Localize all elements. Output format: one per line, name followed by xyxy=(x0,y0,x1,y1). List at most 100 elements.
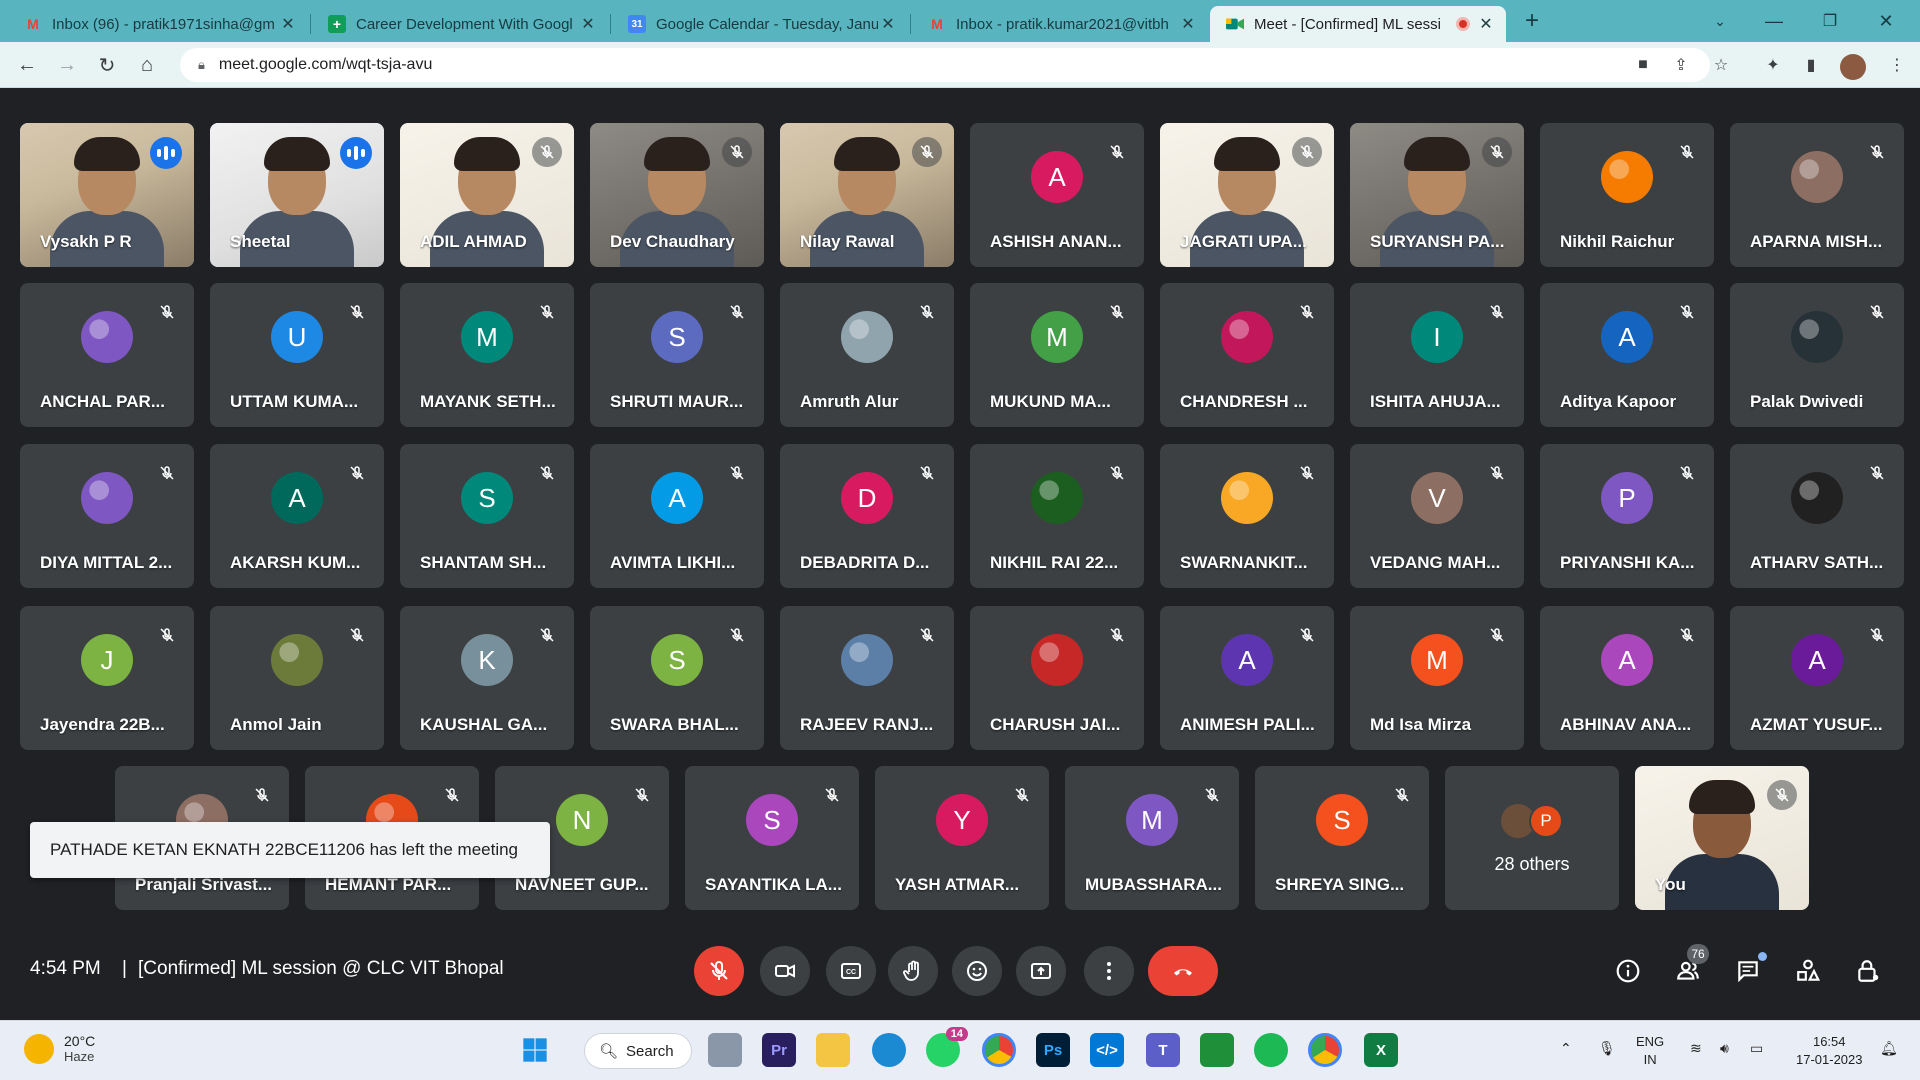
chat-button[interactable] xyxy=(1725,948,1771,994)
taskbar-search[interactable]: 🔍︎ Search xyxy=(584,1033,692,1069)
participant-tile[interactable]: S SAYANTIKA LA... xyxy=(685,766,859,910)
participant-tile[interactable]: Vysakh P R xyxy=(20,123,194,267)
reactions-button[interactable] xyxy=(952,946,1002,996)
meeting-details-button[interactable] xyxy=(1605,948,1651,994)
wifi-icon[interactable]: ≋ xyxy=(1690,1039,1702,1057)
self-view-tile[interactable]: You xyxy=(1635,766,1809,910)
close-icon[interactable]: ✕ xyxy=(278,14,298,34)
participant-tile[interactable]: ANCHAL PAR... xyxy=(20,283,194,427)
participant-tile[interactable]: M Md Isa Mirza xyxy=(1350,606,1524,750)
edge-browser-icon[interactable] xyxy=(872,1033,906,1067)
participant-tile[interactable]: K KAUSHAL GA... xyxy=(400,606,574,750)
language-indicator[interactable]: ENG IN xyxy=(1636,1033,1664,1069)
browser-menu-icon[interactable]: ⋮ xyxy=(1884,50,1910,80)
tab-gmail-inbox-2[interactable]: M Inbox - pratik.kumar2021@vitbh ✕ xyxy=(912,6,1208,42)
participant-tile[interactable]: DIYA MITTAL 2... xyxy=(20,444,194,588)
participant-tile[interactable]: M MAYANK SETH... xyxy=(400,283,574,427)
minimize-button[interactable]: — xyxy=(1754,6,1794,36)
microphone-tray-icon[interactable]: 🎙︎ xyxy=(1598,1039,1616,1057)
participant-tile[interactable]: S SHREYA SING... xyxy=(1255,766,1429,910)
vscode-icon[interactable]: </> xyxy=(1090,1033,1124,1067)
participant-tile[interactable]: Nilay Rawal xyxy=(780,123,954,267)
participant-tile[interactable]: RAJEEV RANJ... xyxy=(780,606,954,750)
raise-hand-button[interactable] xyxy=(888,946,938,996)
participant-tile[interactable]: P PRIYANSHI KA... xyxy=(1540,444,1714,588)
participant-tile[interactable]: A Aditya Kapoor xyxy=(1540,283,1714,427)
participant-tile[interactable]: D DEBADRITA D... xyxy=(780,444,954,588)
participant-tile[interactable]: U UTTAM KUMA... xyxy=(210,283,384,427)
participant-tile[interactable]: Anmol Jain xyxy=(210,606,384,750)
participant-tile[interactable]: A ANIMESH PALI... xyxy=(1160,606,1334,750)
battery-icon[interactable]: ▭ xyxy=(1750,1039,1763,1057)
participant-tile[interactable]: A ASHISH ANAN... xyxy=(970,123,1144,267)
participant-tile[interactable]: A AKARSH KUM... xyxy=(210,444,384,588)
present-screen-button[interactable] xyxy=(1016,946,1066,996)
participant-tile[interactable]: Dev Chaudhary xyxy=(590,123,764,267)
more-options-button[interactable] xyxy=(1084,946,1134,996)
tab-career-development[interactable]: + Career Development With Googl ✕ xyxy=(312,6,608,42)
others-tile[interactable]: P 28 others xyxy=(1445,766,1619,910)
participant-tile[interactable]: M MUBASSHARA... xyxy=(1065,766,1239,910)
close-icon[interactable]: ✕ xyxy=(878,14,898,34)
leave-call-button[interactable] xyxy=(1148,946,1218,996)
photoshop-icon[interactable]: Ps xyxy=(1036,1033,1070,1067)
participant-tile[interactable]: M MUKUND MA... xyxy=(970,283,1144,427)
microphone-toggle-button[interactable] xyxy=(694,946,744,996)
chrome-icon[interactable] xyxy=(982,1033,1016,1067)
participant-tile[interactable]: Amruth Alur xyxy=(780,283,954,427)
home-button[interactable]: ⌂ xyxy=(132,50,162,80)
maximize-button[interactable]: ❐ xyxy=(1810,6,1850,36)
participant-tile[interactable]: S SHRUTI MAUR... xyxy=(590,283,764,427)
reload-button[interactable]: ↻ xyxy=(92,50,122,80)
close-window-button[interactable]: ✕ xyxy=(1866,6,1906,36)
tab-gmail-inbox-1[interactable]: M Inbox (96) - pratik1971sinha@gm ✕ xyxy=(8,6,308,42)
extensions-icon[interactable]: ✦ xyxy=(1760,50,1786,80)
notifications-icon[interactable]: 🔔︎ xyxy=(1880,1039,1898,1057)
people-button[interactable]: 76 xyxy=(1665,944,1711,994)
close-icon[interactable]: ✕ xyxy=(1476,14,1496,34)
tab-google-meet[interactable]: Meet - [Confirmed] ML sessi ✕ xyxy=(1210,6,1506,42)
file-explorer-icon[interactable] xyxy=(816,1033,850,1067)
close-icon[interactable]: ✕ xyxy=(1178,14,1198,34)
participant-tile[interactable]: Nikhil Raichur xyxy=(1540,123,1714,267)
participant-tile[interactable]: SWARNANKIT... xyxy=(1160,444,1334,588)
system-clock[interactable]: 16:54 17-01-2023 xyxy=(1796,1033,1863,1069)
volume-icon[interactable]: 🔊︎ xyxy=(1720,1039,1729,1057)
participant-tile[interactable]: CHANDRESH ... xyxy=(1160,283,1334,427)
close-icon[interactable]: ✕ xyxy=(578,14,598,34)
feedback-hub-icon[interactable] xyxy=(1200,1033,1234,1067)
participant-tile[interactable]: JAGRATI UPA... xyxy=(1160,123,1334,267)
participant-tile[interactable]: J Jayendra 22B... xyxy=(20,606,194,750)
windows-start-icon[interactable] xyxy=(518,1033,552,1067)
participant-tile[interactable]: Sheetal xyxy=(210,123,384,267)
excel-icon[interactable]: X xyxy=(1364,1033,1398,1067)
profile-avatar[interactable] xyxy=(1840,54,1866,80)
tab-search-button[interactable]: ⌄ xyxy=(1700,6,1740,36)
forward-button[interactable]: → xyxy=(52,50,82,80)
participant-tile[interactable]: SURYANSH PA... xyxy=(1350,123,1524,267)
tab-google-calendar[interactable]: 31 Google Calendar - Tuesday, Janu ✕ xyxy=(612,6,908,42)
participant-tile[interactable]: A AZMAT YUSUF... xyxy=(1730,606,1904,750)
participant-tile[interactable]: A ABHINAV ANA... xyxy=(1540,606,1714,750)
participant-tile[interactable]: Y YASH ATMAR... xyxy=(875,766,1049,910)
teams-icon[interactable]: T xyxy=(1146,1033,1180,1067)
participant-tile[interactable]: S SWARA BHAL... xyxy=(590,606,764,750)
back-button[interactable]: ← xyxy=(12,50,42,80)
premiere-pro-icon[interactable]: Pr xyxy=(762,1033,796,1067)
participant-tile[interactable]: CHARUSH JAI... xyxy=(970,606,1144,750)
camera-icon[interactable]: ■ xyxy=(1630,50,1656,80)
participant-tile[interactable]: ADIL AHMAD xyxy=(400,123,574,267)
participant-tile[interactable]: APARNA MISH... xyxy=(1730,123,1904,267)
participant-tile[interactable]: ATHARV SATH... xyxy=(1730,444,1904,588)
bookmark-star-icon[interactable]: ☆ xyxy=(1708,50,1734,80)
participant-tile[interactable]: S SHANTAM SH... xyxy=(400,444,574,588)
participant-tile[interactable]: NIKHIL RAI 22... xyxy=(970,444,1144,588)
task-view-icon[interactable] xyxy=(708,1033,742,1067)
share-icon[interactable]: ⇪ xyxy=(1668,50,1694,80)
address-bar[interactable]: 🔒︎ meet.google.com/wqt-tsja-avu xyxy=(180,48,1710,82)
camera-toggle-button[interactable] xyxy=(760,946,810,996)
spotify-icon[interactable] xyxy=(1254,1033,1288,1067)
participant-tile[interactable]: Palak Dwivedi xyxy=(1730,283,1904,427)
activities-button[interactable] xyxy=(1785,948,1831,994)
weather-widget[interactable]: 20°C Haze xyxy=(24,1033,95,1064)
